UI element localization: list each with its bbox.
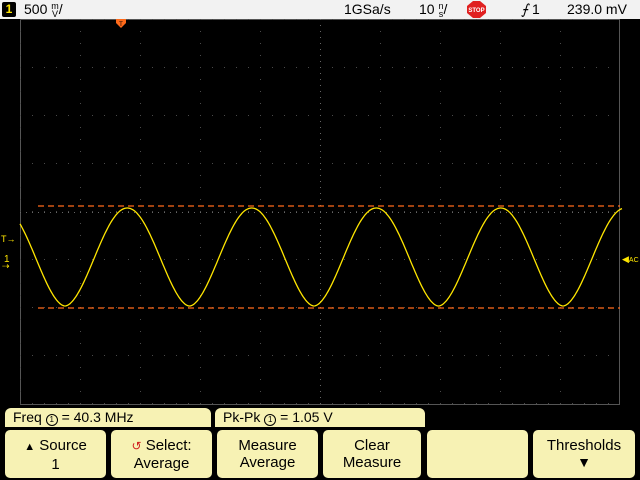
waveform-display[interactable]: T T→ 1 ⇢ ◀AC xyxy=(0,19,640,405)
down-arrow-icon: ▼ xyxy=(577,454,591,470)
trigger-source: 1 xyxy=(532,1,540,17)
thresholds-button[interactable]: Thresholds ▼ xyxy=(533,430,635,478)
trigger-level: 239.0 mV xyxy=(567,1,627,17)
svg-text:STOP: STOP xyxy=(468,8,484,14)
clear-measure-button[interactable]: Clear Measure xyxy=(323,430,421,478)
measurement-bar: Freq 1 = 40.3 MHz Pk-Pk 1 = 1.05 V xyxy=(0,405,640,428)
channel-badge[interactable]: 1 xyxy=(2,2,16,17)
select-knob-icon: ↺ xyxy=(131,439,142,453)
vertical-scale[interactable]: 500 m V / xyxy=(24,1,63,19)
source-button[interactable]: ▲ Source 1 xyxy=(5,430,106,478)
timebase[interactable]: 10 n s / xyxy=(419,1,447,19)
blank-softkey[interactable] xyxy=(427,430,528,478)
sample-rate: 1GSa/s xyxy=(344,1,391,17)
channel-1-trace xyxy=(19,207,623,307)
trace-layer xyxy=(19,205,623,309)
pkpk-measurement[interactable]: Pk-Pk 1 = 1.05 V xyxy=(215,408,425,427)
channel-circle-icon: 1 xyxy=(264,414,277,426)
up-arrow-icon: ▲ xyxy=(24,441,36,453)
select-button[interactable]: ↺ Select: Average xyxy=(111,430,212,478)
status-bar: 1 500 m V / 1GSa/s 10 n s / STOP ⨍ 1 239… xyxy=(0,0,640,19)
stop-icon[interactable]: STOP xyxy=(467,1,486,18)
channel-circle-icon: 1 xyxy=(45,414,58,426)
softkey-bar: ▲ Source 1 ↺ Select: Average Measure Ave… xyxy=(0,428,640,480)
freq-measurement[interactable]: Freq 1 = 40.3 MHz xyxy=(5,408,211,427)
measure-average-button[interactable]: Measure Average xyxy=(217,430,318,478)
